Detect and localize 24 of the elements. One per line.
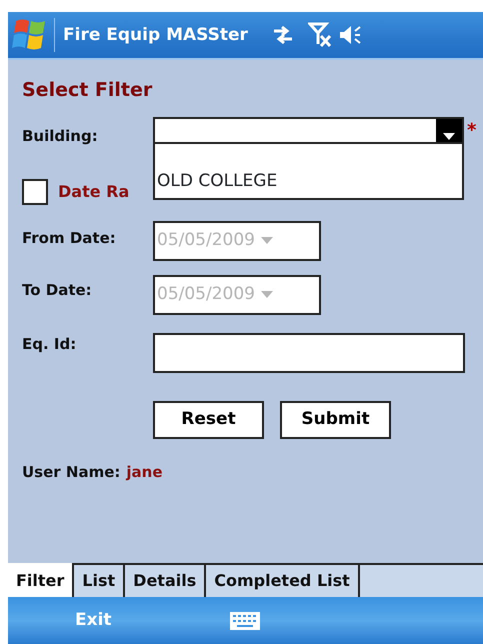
required-mark: *: [467, 118, 476, 142]
field-label: To Date:: [22, 280, 93, 300]
tab[interactable]: Filter: [8, 563, 74, 597]
dropdown-arrow-icon: [443, 133, 455, 140]
field-label: User Name:: [22, 462, 120, 482]
form-button[interactable]: Reset: [153, 400, 264, 438]
sync-arrows-icon: [272, 25, 294, 45]
field-label: Eq. Id:: [22, 334, 78, 354]
dropdown-option[interactable]: OLD COLLEGE: [157, 170, 278, 192]
keyboard-icon[interactable]: [230, 610, 260, 630]
antenna-off-icon: [308, 22, 332, 48]
form-button[interactable]: Submit: [280, 400, 391, 438]
speaker-icon: [338, 24, 362, 46]
dropdown-arrow-icon: [260, 291, 273, 298]
windows-logo-icon[interactable]: [12, 18, 48, 52]
window-title: Fire Equip MASSter: [54, 18, 248, 52]
section-heading: Select Filter: [22, 78, 154, 103]
dropdown-arrow-icon: [260, 237, 273, 244]
field-label: From Date:: [22, 228, 117, 248]
checkbox[interactable]: [22, 178, 48, 204]
checkbox-label: Date Ra: [58, 180, 130, 202]
user-name: jane: [126, 462, 163, 482]
field-label: Building:: [22, 126, 99, 146]
input-field[interactable]: [153, 332, 465, 372]
